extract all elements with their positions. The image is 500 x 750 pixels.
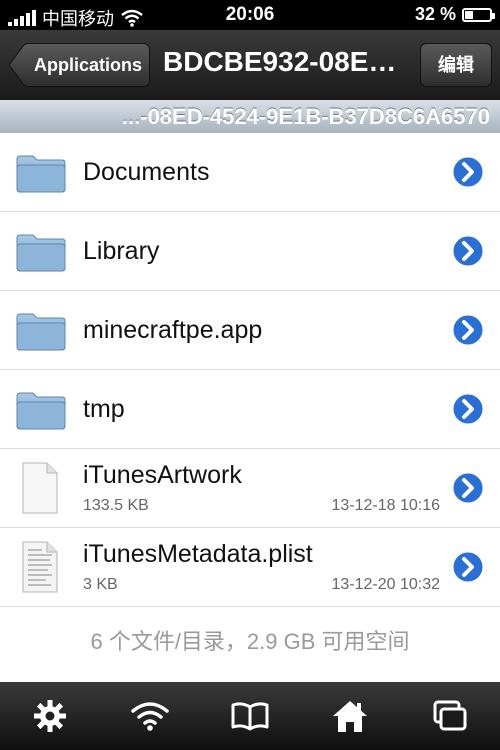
gear-icon bbox=[34, 700, 66, 732]
item-name: iTunesArtwork bbox=[83, 461, 242, 489]
detail-disclosure-icon[interactable] bbox=[451, 392, 485, 426]
folder-icon bbox=[16, 155, 66, 193]
detail-disclosure-icon[interactable] bbox=[451, 550, 485, 584]
path-bar: ...-08ED-4524-9E1B-B37D8C6A6570 bbox=[0, 100, 500, 133]
item-name: Documents bbox=[83, 158, 210, 186]
storage-summary: 6 个文件/目录，2.9 GB 可用空间 bbox=[90, 629, 410, 654]
blank-file-icon bbox=[22, 462, 58, 514]
windows-icon bbox=[433, 700, 467, 731]
home-icon bbox=[333, 701, 367, 732]
detail-disclosure-icon[interactable] bbox=[451, 313, 485, 347]
page-title: BDCBE932-08ED-4524-9E1B-B37D8C6A6570 bbox=[163, 46, 411, 77]
back-button[interactable]: Applications bbox=[8, 43, 150, 87]
status-bar: 中国移动 20:06 32 % bbox=[0, 0, 500, 30]
edit-button[interactable]: 编辑 bbox=[420, 43, 492, 87]
tab-bookmarks[interactable] bbox=[220, 686, 280, 746]
text-file-icon bbox=[22, 541, 58, 593]
tab-settings[interactable] bbox=[20, 686, 80, 746]
detail-disclosure-icon[interactable] bbox=[451, 234, 485, 268]
tab-home[interactable] bbox=[320, 686, 380, 746]
battery-icon bbox=[462, 7, 495, 22]
detail-disclosure-icon[interactable] bbox=[451, 471, 485, 505]
tab-bar bbox=[0, 682, 500, 750]
list-item-library[interactable]: Library bbox=[0, 212, 500, 291]
wifi-icon bbox=[131, 702, 169, 731]
item-size: 3 KB bbox=[83, 576, 118, 593]
item-name: Library bbox=[83, 237, 160, 265]
item-name: tmp bbox=[83, 395, 125, 423]
battery-percent: 32 % bbox=[414, 4, 456, 24]
item-size: 133.5 KB bbox=[83, 497, 149, 514]
file-list: Documents Library minecraftpe.app tmp iT… bbox=[0, 133, 500, 607]
book-icon bbox=[231, 702, 269, 731]
tab-wifi[interactable] bbox=[120, 686, 180, 746]
list-item-documents[interactable]: Documents bbox=[0, 133, 500, 212]
tab-windows[interactable] bbox=[420, 686, 480, 746]
folder-icon bbox=[16, 234, 66, 272]
back-button-label: Applications bbox=[33, 55, 142, 75]
list-item-tmp[interactable]: tmp bbox=[0, 370, 500, 449]
list-item-itunesmetadata-plist[interactable]: iTunesMetadata.plist 3 KB 13-12-20 10:32 bbox=[0, 528, 500, 607]
list-item-itunesartwork[interactable]: iTunesArtwork 133.5 KB 13-12-18 10:16 bbox=[0, 449, 500, 528]
detail-disclosure-icon[interactable] bbox=[451, 155, 485, 189]
status-right: 32 % bbox=[414, 4, 495, 25]
folder-icon bbox=[16, 392, 66, 430]
navigation-bar: Applications BDCBE932-08ED-4524-9E1B-B37… bbox=[0, 30, 500, 100]
folder-icon bbox=[16, 313, 66, 351]
item-name: iTunesMetadata.plist bbox=[83, 540, 313, 568]
list-item-minecraftpe-app[interactable]: minecraftpe.app bbox=[0, 291, 500, 370]
item-name: minecraftpe.app bbox=[83, 316, 263, 344]
item-date: 13-12-20 10:32 bbox=[331, 576, 440, 593]
item-date: 13-12-18 10:16 bbox=[331, 497, 440, 514]
